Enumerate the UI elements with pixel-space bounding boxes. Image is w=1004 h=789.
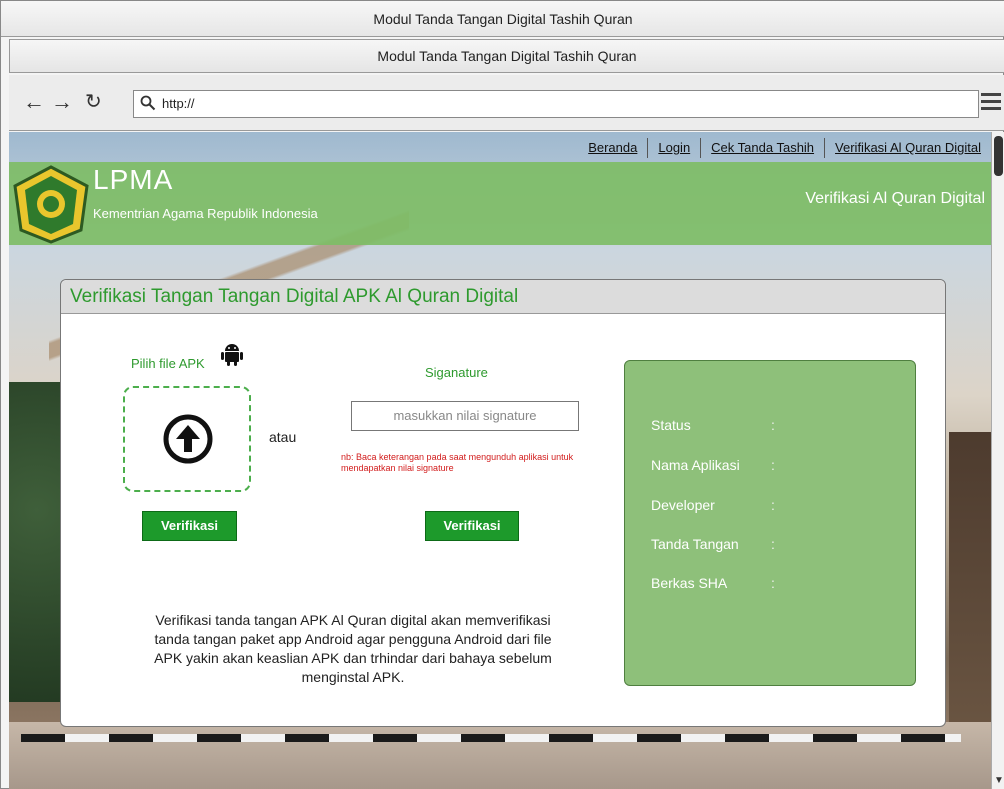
url-bar[interactable]: http://: [133, 90, 979, 118]
status-separator: :: [771, 575, 775, 591]
background-curb: [21, 734, 961, 742]
status-row: Berkas SHA:: [651, 575, 783, 591]
top-navigation: Beranda Login Cek Tanda Tashih Verifikas…: [578, 138, 991, 158]
browser-window: Modul Tanda Tangan Digital Tashih Quran …: [0, 0, 1004, 789]
nav-link-login[interactable]: Login: [647, 138, 700, 158]
status-separator: :: [771, 457, 775, 473]
panel-title: Verifikasi Tangan Tangan Digital APK Al …: [61, 280, 945, 314]
browser-tab[interactable]: Modul Tanda Tangan Digital Tashih Quran: [9, 39, 1004, 73]
status-row: Status:: [651, 417, 783, 433]
site-header: LPMA Kementrian Agama Republik Indonesia…: [9, 162, 991, 245]
header-page-title: Verifikasi Al Quran Digital: [805, 190, 985, 207]
verify-apk-button[interactable]: Verifikasi: [142, 511, 237, 541]
signature-input[interactable]: masukkan nilai signature: [351, 401, 579, 431]
or-separator: atau: [269, 429, 297, 445]
brand-subtitle: Kementrian Agama Republik Indonesia: [93, 206, 318, 221]
verification-panel: Verifikasi Tangan Tangan Digital APK Al …: [60, 279, 946, 727]
signature-label: Siganature: [425, 365, 488, 380]
reload-icon[interactable]: ↻: [85, 91, 102, 113]
page-scrollbar[interactable]: ▼: [991, 132, 1004, 789]
apk-upload-dropzone[interactable]: [123, 386, 251, 492]
hamburger-menu-icon[interactable]: [981, 93, 1001, 111]
signature-note: nb: Baca keterangan pada saat mengunduh …: [341, 452, 574, 473]
android-icon: [221, 344, 243, 366]
forward-arrow-icon[interactable]: →: [51, 91, 73, 113]
sha-file-label: Berkas SHA: [651, 575, 728, 591]
status-row: Tanda Tangan:: [651, 536, 783, 552]
status-panel: Status: Nama Aplikasi: Developer: Tanda …: [624, 360, 916, 686]
apk-label: Pilih file APK: [131, 356, 205, 371]
scrollbar-thumb[interactable]: [994, 136, 1003, 176]
upload-arrow-icon: [163, 414, 213, 464]
brand-name: LPMA: [93, 164, 174, 195]
status-label: Status: [651, 417, 691, 433]
status-separator: :: [771, 417, 775, 433]
description-text: Verifikasi tanda tangan APK Al Quran dig…: [154, 612, 552, 685]
background-tree: [949, 432, 991, 732]
background-road: [9, 722, 991, 789]
developer-label: Developer: [651, 497, 715, 513]
search-icon: [140, 95, 156, 111]
status-row: Developer:: [651, 497, 783, 513]
page-viewport: Beranda Login Cek Tanda Tashih Verifikas…: [9, 132, 991, 789]
url-text: http://: [162, 96, 195, 111]
browser-toolbar: ← → ↻ http://: [9, 75, 1004, 131]
nav-link-cek-tanda-tashih[interactable]: Cek Tanda Tashih: [700, 138, 824, 158]
status-row: Nama Aplikasi:: [651, 457, 783, 473]
verify-signature-button[interactable]: Verifikasi: [425, 511, 519, 541]
kemenag-logo: [13, 165, 89, 244]
signature-result-label: Tanda Tangan: [651, 536, 739, 552]
scroll-down-arrow-icon[interactable]: ▼: [994, 775, 1004, 786]
window-titlebar: Modul Tanda Tangan Digital Tashih Quran: [1, 1, 1004, 37]
app-name-label: Nama Aplikasi: [651, 457, 740, 473]
nav-link-verifikasi[interactable]: Verifikasi Al Quran Digital: [824, 138, 991, 158]
nav-link-beranda[interactable]: Beranda: [578, 138, 647, 158]
back-arrow-icon[interactable]: ←: [23, 91, 45, 113]
status-separator: :: [771, 536, 775, 552]
status-separator: :: [771, 497, 775, 513]
